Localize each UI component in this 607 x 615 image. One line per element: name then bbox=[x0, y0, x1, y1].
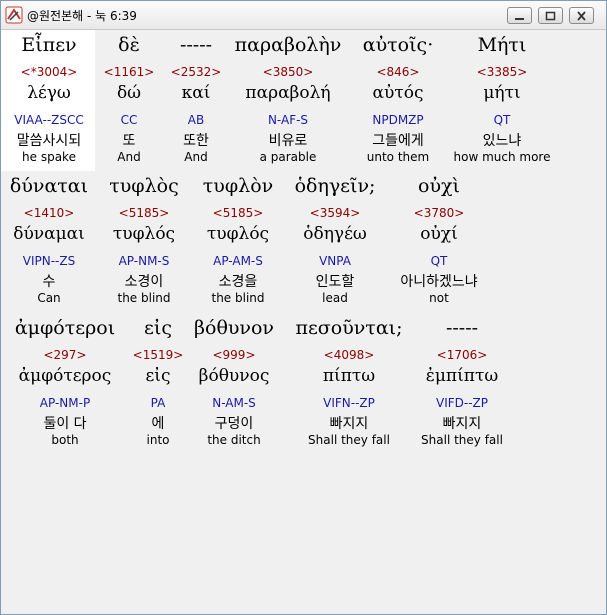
parsing-code: N-AF-S bbox=[267, 113, 309, 127]
strong-number: <3385> bbox=[476, 65, 528, 79]
strong-number: <3780> bbox=[413, 206, 465, 220]
english-gloss: unto them bbox=[366, 150, 430, 164]
greek-word: αὐτοῖς· bbox=[362, 34, 434, 56]
korean-gloss: 빠지지 bbox=[442, 416, 482, 432]
english-gloss: how much more bbox=[453, 150, 551, 164]
minimize-button[interactable] bbox=[507, 7, 532, 24]
strong-number: <3850> bbox=[262, 65, 314, 79]
korean-gloss: 아니하겠느냐 bbox=[400, 274, 478, 290]
korean-gloss: 구덩이 bbox=[214, 416, 254, 432]
strong-number: <1706> bbox=[436, 348, 488, 362]
maximize-button[interactable] bbox=[538, 7, 563, 24]
maximize-icon bbox=[545, 6, 556, 25]
app-icon bbox=[5, 6, 23, 24]
close-icon bbox=[576, 6, 587, 25]
english-gloss: a parable bbox=[259, 150, 317, 164]
lemma: ὁδηγέω bbox=[303, 224, 367, 244]
interlinear-panel: Εἶπεν <*3004> λέγω VIAA--ZSCC 말씀사시되 he spake δ… bbox=[1, 30, 606, 614]
greek-word: ----- bbox=[445, 317, 479, 339]
english-gloss: lead bbox=[322, 291, 348, 305]
english-gloss: Shall they fall bbox=[308, 433, 390, 447]
english-gloss: Shall they fall bbox=[421, 433, 503, 447]
parsing-code: AP-AM-S bbox=[213, 254, 263, 268]
parsing-code: N-AM-S bbox=[212, 396, 256, 410]
parsing-code: NPDMZP bbox=[372, 113, 424, 127]
korean-gloss: 그들에게 bbox=[372, 133, 424, 149]
app-window: @원전본해 - 눅 6:39 Εἶπεν <*3004> λέγω VIAA--ZSC… bbox=[0, 0, 607, 615]
lemma: τυφλός bbox=[206, 224, 270, 244]
strong-number: <4098> bbox=[323, 348, 375, 362]
close-button[interactable] bbox=[569, 7, 594, 24]
window-title: @원전본해 - 눅 6:39 bbox=[27, 9, 137, 23]
lemma: βόθυνος bbox=[198, 366, 270, 386]
english-gloss: not bbox=[429, 291, 449, 305]
lemma: πίπτω bbox=[322, 366, 376, 386]
greek-word: πεσοῦνται; bbox=[295, 317, 403, 339]
strong-number: <846> bbox=[376, 65, 420, 79]
korean-gloss: 소경을 bbox=[218, 274, 258, 290]
korean-gloss: 빠지지 bbox=[329, 416, 369, 432]
lemma: μήτι bbox=[483, 83, 521, 103]
parsing-code: QT bbox=[493, 113, 511, 127]
greek-word: βόθυνον bbox=[194, 317, 274, 339]
korean-gloss: 인도할 bbox=[315, 274, 355, 290]
greek-word: οὐχὶ bbox=[418, 175, 460, 197]
lemma: ἐμπίπτω bbox=[425, 366, 499, 386]
title-bar[interactable]: @원전본해 - 눅 6:39 bbox=[1, 1, 606, 30]
minimize-icon bbox=[514, 6, 525, 25]
english-gloss: the blind bbox=[211, 291, 265, 305]
strong-number: <999> bbox=[212, 348, 256, 362]
korean-gloss: 비유로 bbox=[268, 133, 308, 149]
parsing-code: VNPA bbox=[319, 254, 351, 268]
parsing-code: VIFD--ZP bbox=[435, 396, 488, 410]
greek-word: παραβολὴν bbox=[234, 34, 342, 56]
lemma: οὐχί bbox=[420, 224, 458, 244]
strong-number: <3594> bbox=[309, 206, 361, 220]
parsing-code: VIFN--ZP bbox=[323, 396, 375, 410]
parsing-code: QT bbox=[430, 254, 448, 268]
lemma: παραβολή bbox=[245, 83, 331, 103]
korean-gloss: 있느냐 bbox=[482, 133, 522, 149]
greek-word: τυφλὸν bbox=[202, 175, 274, 197]
greek-word: ὁδηγεῖν; bbox=[294, 175, 376, 197]
greek-word: Μήτι bbox=[477, 34, 527, 56]
english-gloss: the ditch bbox=[207, 433, 261, 447]
lemma: αὐτός bbox=[372, 83, 424, 103]
strong-number: <5185> bbox=[212, 206, 264, 220]
